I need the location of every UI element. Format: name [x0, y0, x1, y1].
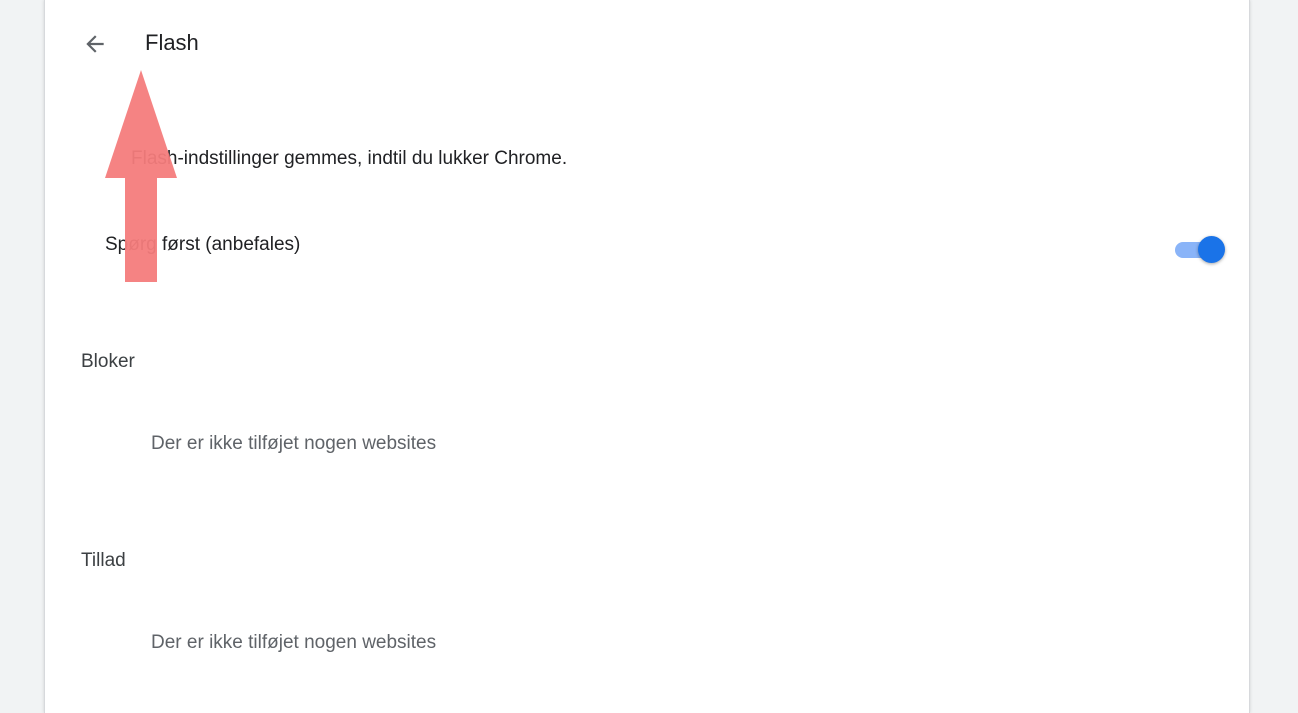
toggle-knob	[1198, 236, 1225, 263]
ask-first-toggle[interactable]	[1173, 236, 1225, 263]
session-info-text: Flash-indstillinger gemmes, indtil du lu…	[131, 148, 568, 169]
allow-empty-text: Der er ikke tilføjet nogen websites	[151, 632, 437, 653]
block-empty-text: Der er ikke tilføjet nogen websites	[151, 433, 437, 454]
block-section-heading: Bloker	[81, 351, 135, 372]
settings-page: Flash Flash-indstillinger gemmes, indtil…	[0, 0, 1298, 713]
allow-section-heading: Tillad	[81, 550, 126, 571]
ask-first-row[interactable]: Spørg først (anbefales)	[105, 220, 1225, 276]
settings-card: Flash Flash-indstillinger gemmes, indtil…	[44, 0, 1250, 713]
page-header: Flash	[45, 14, 1249, 70]
back-button[interactable]	[75, 24, 115, 64]
arrow-left-icon	[86, 35, 104, 53]
ask-first-label: Spørg først (anbefales)	[105, 234, 301, 255]
page-title: Flash	[145, 30, 199, 55]
